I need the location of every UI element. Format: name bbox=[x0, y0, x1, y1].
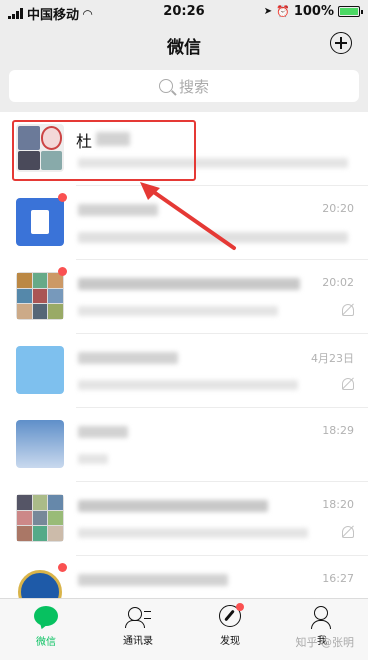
watermark: 知乎 @张明 bbox=[295, 636, 355, 649]
tab-label: 通讯录 bbox=[123, 636, 153, 647]
person-icon bbox=[309, 605, 335, 629]
emblem-avatar bbox=[16, 568, 64, 598]
blurred-name bbox=[78, 278, 300, 290]
blurred-name bbox=[78, 574, 228, 586]
blurred-name bbox=[78, 352, 178, 364]
unread-dot bbox=[58, 267, 67, 276]
page-title: 微信 bbox=[167, 38, 201, 58]
unread-dot bbox=[58, 563, 67, 572]
chat-time: 4月23日 bbox=[311, 352, 354, 365]
chat-row[interactable]: 4月23日 bbox=[0, 334, 368, 408]
location-icon: ➤ bbox=[263, 6, 273, 17]
mute-icon bbox=[342, 378, 354, 390]
header: 微信 bbox=[0, 24, 368, 64]
chat-time: 18:20 bbox=[322, 498, 354, 511]
battery-icon bbox=[338, 6, 363, 17]
highlight-box bbox=[12, 120, 196, 181]
status-right: ➤ ⏰ 100% bbox=[263, 4, 363, 19]
blurred-message bbox=[78, 528, 308, 538]
blurred-message bbox=[78, 454, 108, 464]
tab-label: 微信 bbox=[36, 637, 56, 648]
blurred-name bbox=[78, 500, 268, 512]
chat-time: 18:29 bbox=[322, 424, 354, 437]
blurred-message bbox=[78, 380, 298, 390]
tab-contacts[interactable]: 通讯录 bbox=[92, 605, 184, 647]
blurred-name bbox=[78, 426, 128, 438]
chat-bubble-icon bbox=[34, 606, 58, 626]
add-icon[interactable] bbox=[330, 32, 352, 54]
status-bar: 中国移动 ◠ 20:26 ➤ ⏰ 100% bbox=[0, 0, 368, 24]
chat-row[interactable]: 20:02 bbox=[0, 260, 368, 334]
chat-time: 20:20 bbox=[322, 202, 354, 215]
arrow-annotation bbox=[140, 182, 236, 250]
discover-badge bbox=[236, 603, 244, 611]
doc-avatar bbox=[16, 198, 64, 246]
chat-row[interactable]: 18:20 bbox=[0, 482, 368, 556]
chat-row[interactable]: 16:27 bbox=[0, 556, 368, 598]
unread-dot bbox=[58, 193, 67, 202]
chat-time: 16:27 bbox=[322, 572, 354, 585]
search-icon bbox=[158, 79, 173, 93]
group-avatar bbox=[16, 272, 64, 320]
mute-icon bbox=[342, 526, 354, 538]
blurred-message bbox=[78, 306, 278, 316]
chat-avatar bbox=[16, 420, 64, 468]
tab-label: 发现 bbox=[220, 636, 240, 647]
contacts-icon bbox=[125, 605, 151, 629]
search-placeholder: 搜索 bbox=[178, 77, 209, 96]
mute-icon bbox=[342, 304, 354, 316]
chat-avatar bbox=[16, 346, 64, 394]
document-icon bbox=[31, 210, 49, 234]
tab-bar: 微信 通讯录 发现 我 bbox=[0, 598, 368, 660]
chat-time: 20:02 bbox=[322, 276, 354, 289]
tab-chats[interactable]: 微信 bbox=[0, 605, 92, 648]
search-bar[interactable]: 搜索 bbox=[9, 70, 359, 102]
tab-discover[interactable]: 发现 bbox=[184, 603, 276, 647]
group-avatar bbox=[16, 494, 64, 542]
alarm-icon: ⏰ bbox=[276, 5, 290, 18]
chat-row[interactable]: 18:29 bbox=[0, 408, 368, 482]
battery-percent: 100% bbox=[293, 4, 334, 19]
